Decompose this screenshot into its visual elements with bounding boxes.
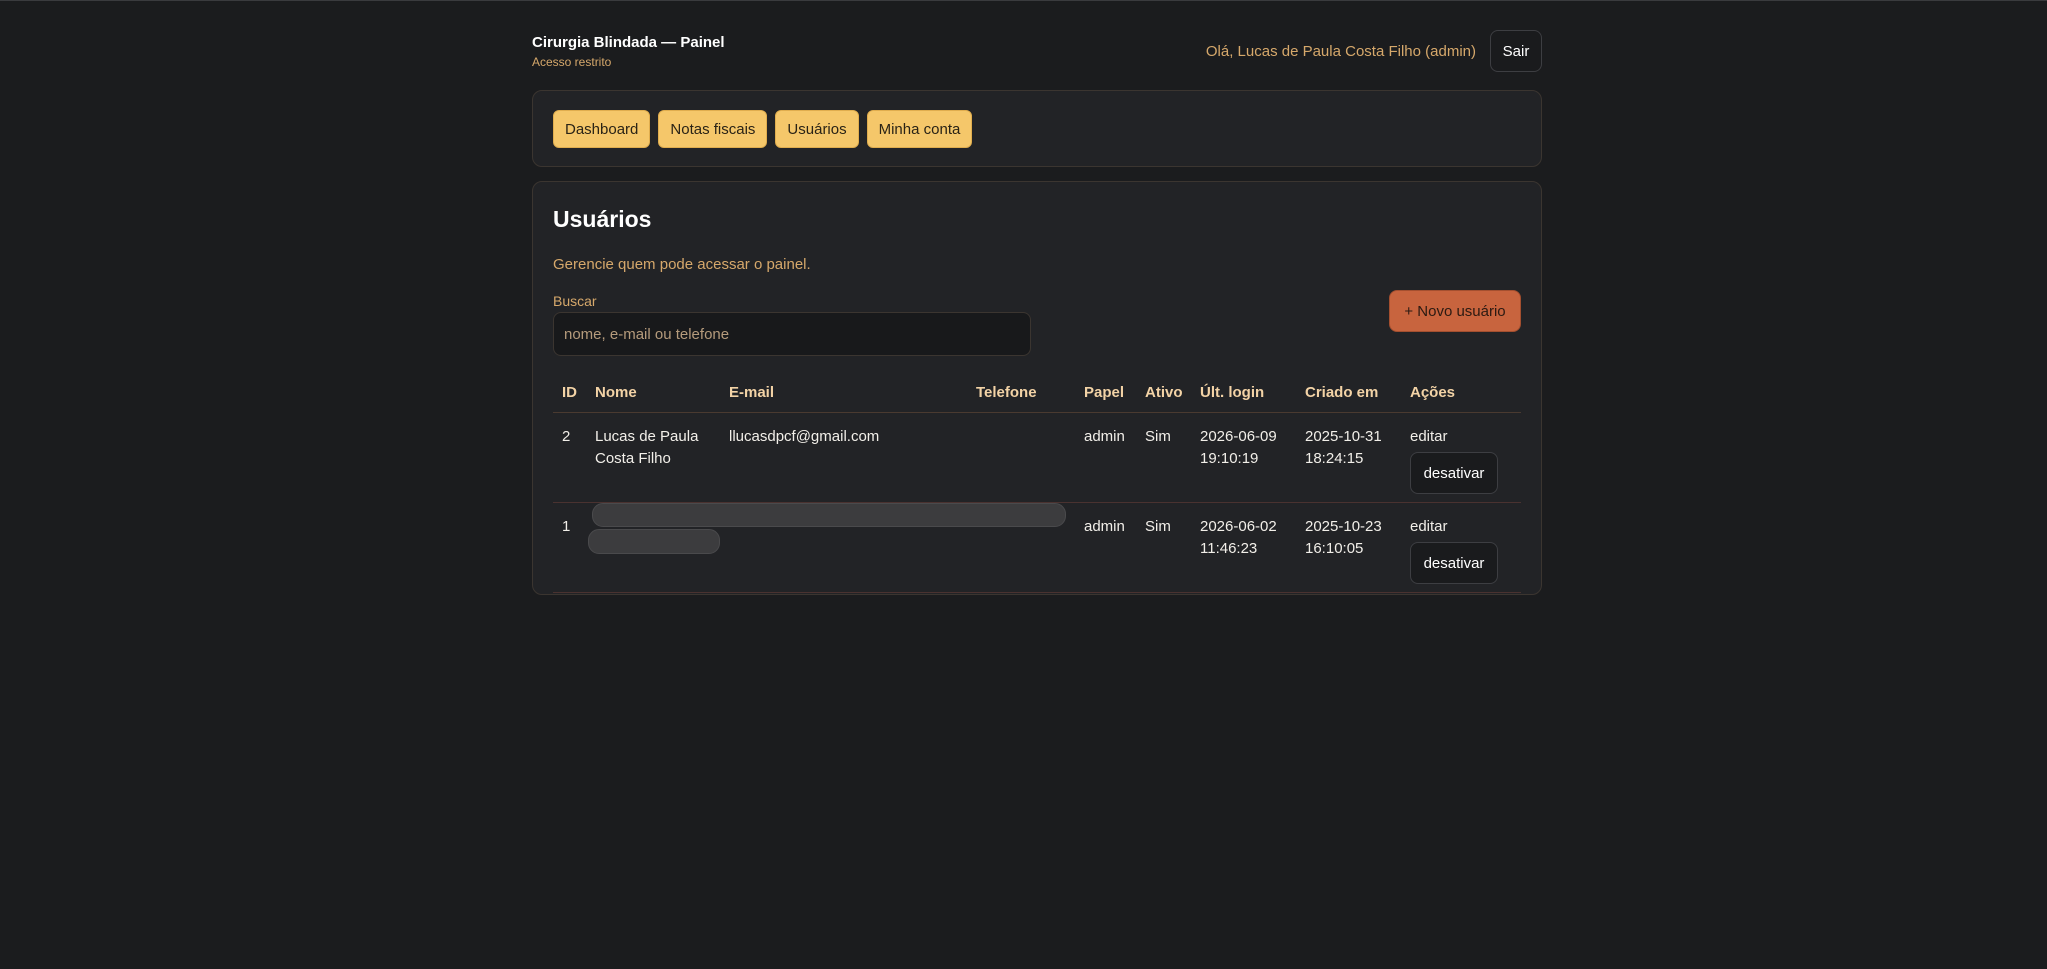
cell-id: 1 (553, 502, 586, 593)
edit-link[interactable]: editar (1410, 516, 1521, 538)
search-input[interactable] (553, 312, 1031, 356)
page-title: Usuários (553, 206, 652, 232)
column-header-last-login: Últ. login (1191, 373, 1296, 413)
deactivate-button[interactable]: desativar (1410, 452, 1498, 494)
column-header-created-at: Criado em (1296, 373, 1401, 413)
cell-active: Sim (1136, 412, 1191, 503)
table-header-row: ID Nome E-mail Telefone Papel Ativo Últ.… (553, 373, 1521, 413)
deactivate-button[interactable]: desativar (1410, 542, 1498, 584)
nav-tabs: Dashboard Notas fiscais Usuários Minha c… (553, 110, 973, 148)
cell-id: 2 (553, 412, 586, 503)
top-border (0, 0, 2047, 1)
column-header-name: Nome (586, 373, 720, 413)
cell-role: admin (1075, 412, 1136, 503)
cell-actions: editar desativar (1401, 412, 1521, 503)
user-greeting: Olá, Lucas de Paula Costa Filho (admin) (1205, 43, 1476, 60)
cell-created-at: 2025-10-23 16:10:05 (1296, 502, 1401, 593)
redaction-overlay (592, 503, 1066, 527)
column-header-id: ID (553, 373, 586, 413)
page-description: Gerencie quem pode acessar o painel. (553, 256, 811, 273)
search-label: Buscar (553, 293, 597, 309)
tab-dashboard[interactable]: Dashboard (553, 110, 651, 148)
app-subtitle: Acesso restrito (532, 55, 612, 69)
nav-card: Dashboard Notas fiscais Usuários Minha c… (532, 90, 1542, 167)
redaction-overlay (588, 529, 720, 554)
column-header-phone: Telefone (967, 373, 1075, 413)
cell-phone (967, 412, 1075, 503)
users-table: ID Nome E-mail Telefone Papel Ativo Últ.… (553, 373, 1521, 593)
cell-name: Lucas de Paula Costa Filho (586, 412, 720, 503)
edit-link[interactable]: editar (1410, 426, 1521, 448)
cell-actions: editar desativar (1401, 502, 1521, 593)
tab-my-account[interactable]: Minha conta (866, 110, 973, 148)
table-row: 2 Lucas de Paula Costa Filho llucasdpcf@… (553, 412, 1521, 503)
new-user-button[interactable]: + Novo usuário (1389, 290, 1521, 332)
logout-button[interactable]: Sair (1490, 30, 1542, 72)
tab-invoices[interactable]: Notas fiscais (658, 110, 768, 148)
cell-email: llucasdpcf@gmail.com (720, 412, 967, 503)
column-header-active: Ativo (1136, 373, 1191, 413)
column-header-email: E-mail (720, 373, 967, 413)
cell-active: Sim (1136, 502, 1191, 593)
column-header-role: Papel (1075, 373, 1136, 413)
cell-last-login: 2026-06-09 19:10:19 (1191, 412, 1296, 503)
cell-last-login: 2026-06-02 11:46:23 (1191, 502, 1296, 593)
cell-created-at: 2025-10-31 18:24:15 (1296, 412, 1401, 503)
cell-role: admin (1075, 502, 1136, 593)
tab-users[interactable]: Usuários (775, 110, 859, 148)
column-header-actions: Ações (1401, 373, 1521, 413)
app-header: Cirurgia Blindada — Painel Acesso restri… (532, 30, 1542, 74)
app-title: Cirurgia Blindada — Painel (532, 34, 725, 51)
